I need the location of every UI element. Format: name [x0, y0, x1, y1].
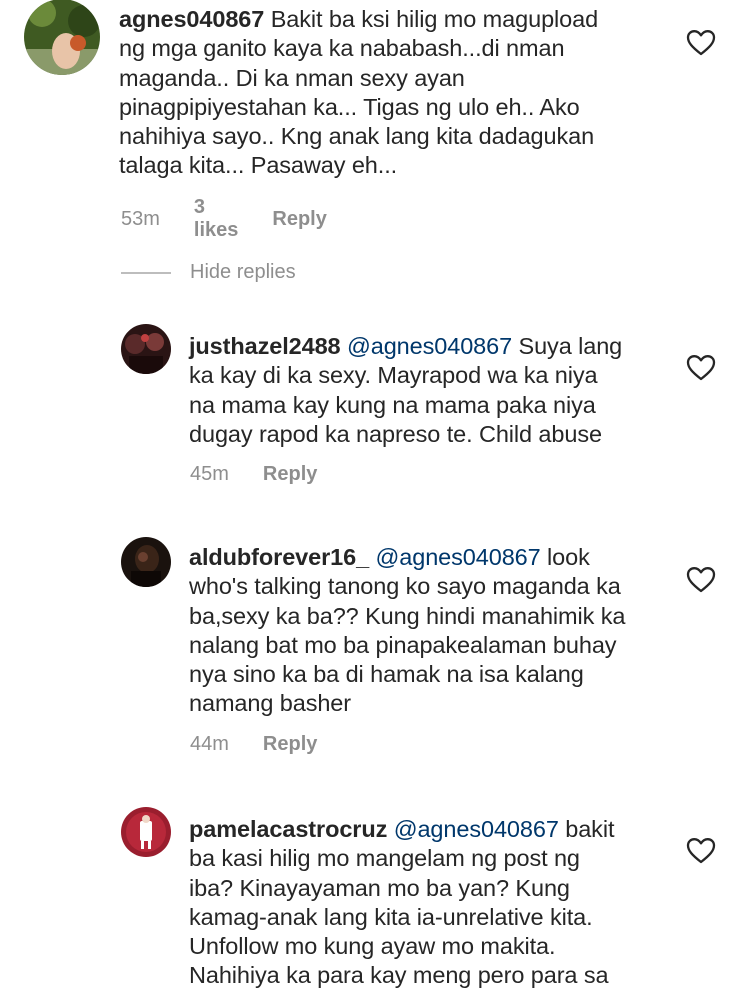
username[interactable]: pamelacastrocruz [189, 816, 387, 842]
mention-link[interactable]: @agnes040867 [394, 816, 559, 842]
comment-meta: 44m Reply [190, 733, 351, 756]
avatar[interactable] [121, 537, 171, 587]
comment-meta: 53m 3 likes Reply [121, 196, 361, 242]
text-line: bakit [565, 816, 615, 842]
hide-replies-label: Hide replies [190, 261, 296, 283]
timestamp: 44m [190, 733, 229, 755]
text-line: maganda.. Di ka nman sexy ayan [119, 64, 465, 91]
text-line: nahihiya sayo.. Kng anak lang kita dadag… [119, 123, 595, 150]
timestamp: 53m [121, 207, 160, 230]
hide-replies-toggle[interactable]: Hide replies [121, 261, 296, 284]
avatar[interactable] [24, 0, 100, 75]
heart-icon[interactable] [686, 29, 716, 57]
text-line: ba,sexy ka ba?? Kung hindi manahimik ka [189, 602, 626, 629]
text-line: ka kay di ka sexy. Mayrapod wa ka niya [189, 362, 598, 389]
reply-button[interactable]: Reply [263, 733, 317, 756]
username[interactable]: agnes040867 [119, 6, 264, 32]
text-line: Suya lang [518, 333, 623, 359]
text-line: ba kasi hilig mo mangelam ng post ng [189, 845, 580, 872]
text-line: pinagpipiyestahan ka... Tigas ng ulo eh.… [119, 93, 580, 120]
text-line: na mama kay kung na mama paka niya [189, 391, 596, 418]
avatar[interactable] [121, 324, 171, 374]
mention-link[interactable]: @agnes040867 [376, 544, 541, 570]
text-line: who's talking tanong ko sayo maganda ka [189, 573, 621, 600]
comment-text: pamelacastrocruz @agnes040867 bakit ba k… [189, 815, 669, 991]
text-line: iba? Kinayayaman mo ba yan? Kung [189, 874, 570, 901]
comment-text: aldubforever16_ @agnes040867 look who's … [189, 543, 669, 719]
text-line: ng mga ganito kaya ka nababash...di nman [119, 35, 565, 62]
reply-button[interactable]: Reply [263, 463, 317, 486]
reply-button[interactable]: Reply [272, 208, 326, 231]
text-line: look [547, 544, 590, 570]
username[interactable]: aldubforever16_ [189, 544, 369, 570]
username[interactable]: justhazel2488 [189, 333, 341, 359]
heart-icon[interactable] [686, 837, 716, 865]
likes-count[interactable]: 3 likes [194, 196, 238, 242]
comment-text: agnes040867 Bakit ba ksi hilig mo magupl… [119, 5, 679, 181]
mention-link[interactable]: @agnes040867 [347, 333, 512, 359]
text-line: namang basher [189, 690, 352, 717]
heart-icon[interactable] [686, 566, 716, 594]
divider [121, 271, 171, 274]
text-line: Nahihiya ka para kay meng pero para sa [189, 962, 609, 989]
text-line: nya sino ka ba di hamak na isa kalang [189, 661, 584, 688]
text-line: Bakit ba ksi hilig mo magupload [270, 6, 599, 32]
heart-icon[interactable] [686, 354, 716, 382]
comment-meta: 45m Reply [190, 463, 351, 486]
text-line: kamag-anak lang kita ia-unrelative kita. [189, 903, 593, 930]
avatar[interactable] [121, 807, 171, 857]
text-line: Unfollow mo kung ayaw mo makita. [189, 933, 556, 960]
comment-text: justhazel2488 @agnes040867 Suya lang ka … [189, 332, 669, 449]
text-line: dugay rapod ka napreso te. Child abuse [189, 420, 602, 447]
timestamp: 45m [190, 463, 229, 485]
text-line: talaga kita... Pasaway eh... [119, 152, 398, 179]
text-line: nalang bat mo ba pinapakealaman buhay [189, 631, 617, 658]
